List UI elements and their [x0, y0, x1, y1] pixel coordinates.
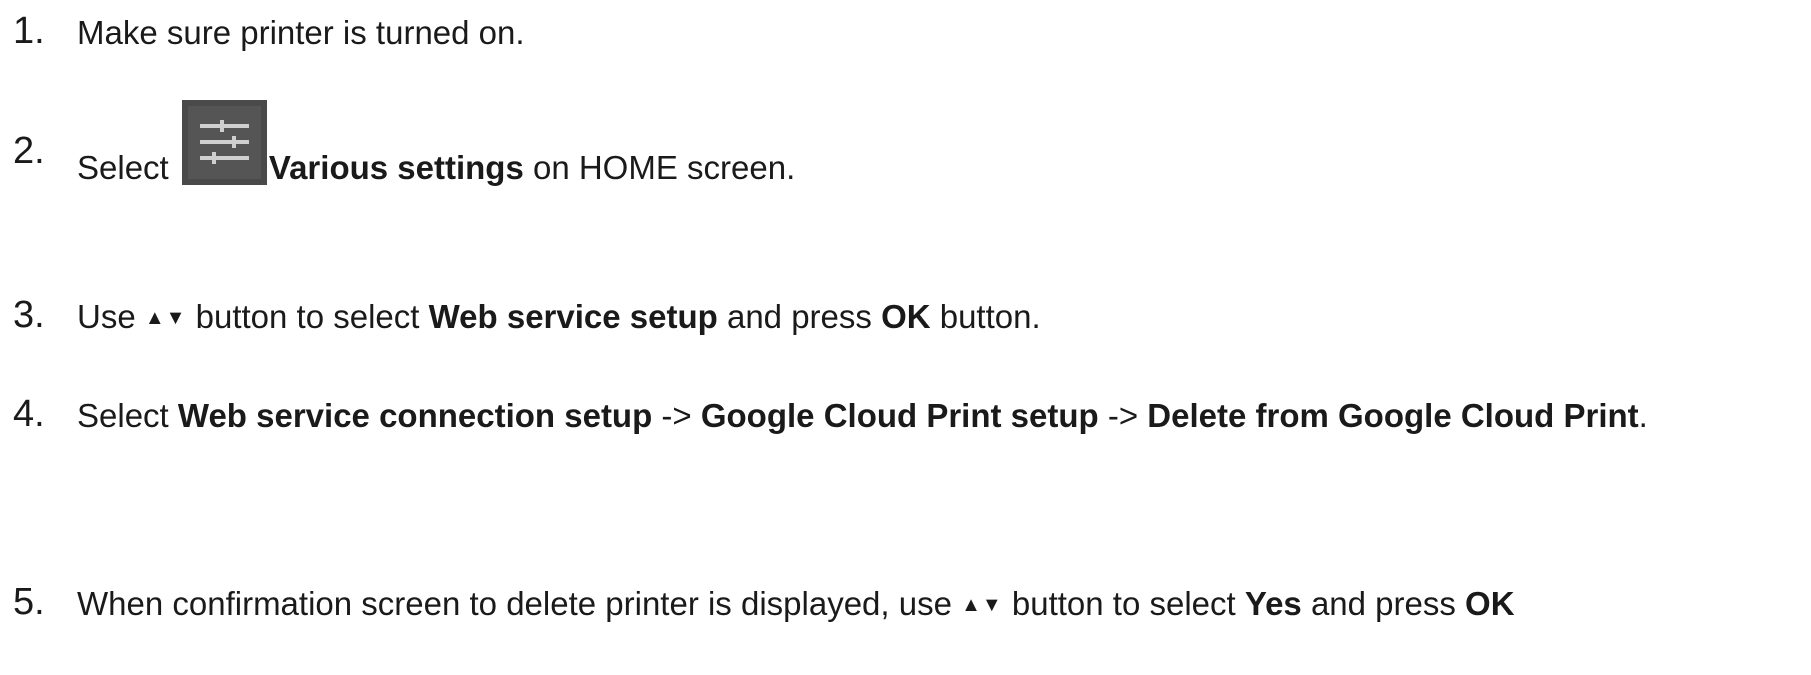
- step-3-pre: Use: [77, 298, 145, 335]
- step-2-pre: Select: [77, 149, 178, 186]
- arrow-separator: ->: [652, 397, 701, 434]
- step-5-mid2: and press: [1301, 585, 1466, 622]
- arrow-separator: ->: [1098, 397, 1148, 434]
- yes-label: Yes: [1244, 585, 1302, 622]
- ok-label: OK: [1465, 585, 1515, 622]
- step-number: 3.: [13, 294, 45, 336]
- up-down-arrows-icon: ▲▼: [961, 594, 1003, 616]
- ok-label: OK: [881, 298, 931, 335]
- step-text: Make sure printer is turned on.: [77, 6, 1791, 60]
- step-number: 5.: [13, 581, 45, 623]
- step-number: 4.: [13, 393, 45, 435]
- web-service-connection-setup-label: Web service connection setup: [177, 397, 653, 434]
- step-4-pre: Select: [77, 397, 178, 434]
- web-service-setup-label: Web service setup: [428, 298, 718, 335]
- step-3-mid1: button to select: [186, 298, 429, 335]
- step-5-pre: When confirmation screen to delete print…: [77, 585, 962, 622]
- step-3-post: button.: [930, 298, 1041, 335]
- step-text: When confirmation screen to delete print…: [77, 577, 1791, 632]
- step-5-mid1: button to select: [1002, 585, 1245, 622]
- step-number: 1.: [13, 10, 45, 52]
- various-settings-label: Various settings: [268, 149, 524, 186]
- step-1-text: Make sure printer is turned on.: [77, 14, 525, 51]
- step-text: Select Various settings on HOME screen.: [77, 100, 1791, 195]
- step-text: Use ▲▼ button to select Web service setu…: [77, 290, 1791, 345]
- step-2-post: on HOME screen.: [523, 149, 796, 186]
- step-number: 2.: [13, 130, 45, 172]
- up-down-arrows-icon: ▲▼: [144, 307, 187, 329]
- step-3-mid2: and press: [717, 298, 882, 335]
- google-cloud-print-setup-label: Google Cloud Print setup: [700, 397, 1099, 434]
- step-text: Select Web service connection setup -> G…: [77, 389, 1791, 443]
- settings-sliders-icon: [181, 100, 267, 185]
- delete-from-google-cloud-print-label: Delete from Google Cloud Print: [1147, 397, 1639, 434]
- step-4-post: .: [1638, 397, 1648, 434]
